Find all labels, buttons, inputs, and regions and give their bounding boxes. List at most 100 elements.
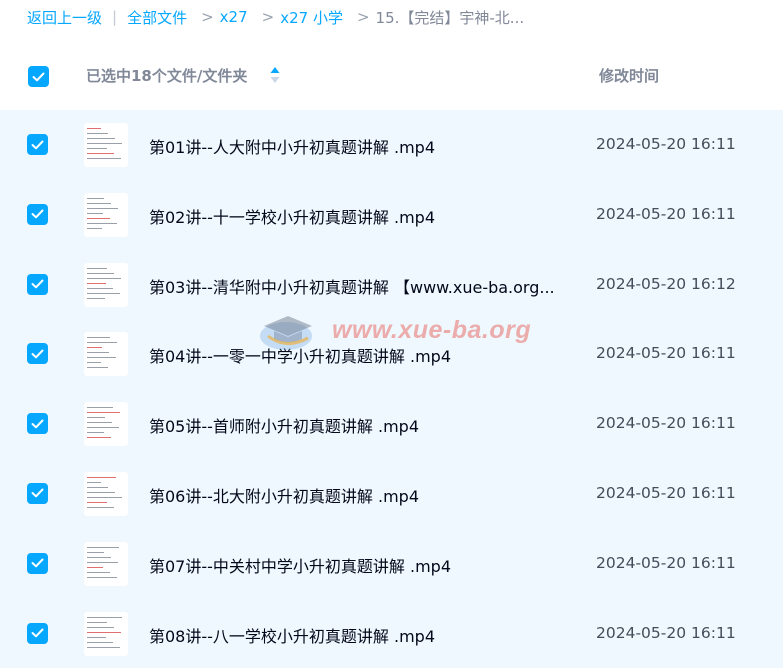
file-modified-time: 2024-05-20 16:11 (596, 135, 736, 153)
thumbnail-line (87, 491, 115, 493)
thumbnail-line (87, 576, 117, 578)
checkmark-icon (31, 419, 44, 428)
breadcrumb-current: 15.【完结】宇神-北... (375, 8, 525, 27)
selection-count-label: 已选中18个文件/文件夹 (86, 67, 248, 85)
thumbnail-line (87, 407, 113, 409)
file-name[interactable]: 第08讲--八一学校小升初真题讲解 .mp4 (149, 623, 569, 647)
checkmark-icon (32, 72, 45, 81)
thumbnail-line (87, 342, 117, 344)
thumbnail-line (87, 352, 109, 354)
thumbnail-line (87, 566, 103, 568)
thumbnail-line (87, 636, 106, 638)
thumbnail-line (87, 227, 102, 229)
thumbnail-line (87, 481, 101, 483)
thumbnail-line (87, 362, 101, 364)
breadcrumb: 返回上一级 | 全部文件 > x27 > x27 小学 > 15.【完结】宇神-… (0, 0, 783, 34)
thumbnail-line (87, 128, 101, 129)
file-row[interactable]: 第04讲--一零一中学小升初真题讲解 .mp4 2024-05-20 16:11 (0, 319, 783, 390)
thumbnail-line (87, 506, 114, 508)
file-row[interactable]: 第02讲--十一学校小升初真题讲解 .mp4 2024-05-20 16:11 (0, 179, 783, 250)
file-row[interactable]: 第03讲--清华附中小升初真题讲解 【www.xue-ba.org... 202… (0, 249, 783, 320)
row-checkbox[interactable] (27, 273, 48, 295)
modified-time-header[interactable]: 修改时间 (599, 65, 659, 86)
thumbnail-line (87, 546, 119, 548)
file-name[interactable]: 第07讲--中关村中学小升初真题讲解 .mp4 (149, 553, 569, 577)
row-checkbox[interactable] (27, 203, 48, 225)
thumbnail-line (87, 626, 114, 628)
checkmark-icon (31, 209, 44, 219)
thumbnail-line (87, 292, 120, 294)
thumbnail-line (87, 153, 114, 154)
thumbnail-line (87, 427, 119, 429)
row-checkbox[interactable] (27, 552, 48, 574)
file-name[interactable]: 第03讲--清华附中小升初真题讲解 【www.xue-ba.org... (149, 274, 569, 298)
thumbnail-line (87, 556, 111, 558)
thumbnail-line (87, 571, 110, 573)
video-thumbnail (84, 192, 128, 237)
row-checkbox[interactable] (27, 343, 48, 365)
thumbnail-line (87, 267, 107, 269)
chevron-right-icon: > (356, 8, 370, 26)
thumbnail-line (87, 143, 122, 144)
thumbnail-line (87, 222, 117, 224)
row-checkbox[interactable] (27, 482, 48, 504)
thumbnail-line (87, 207, 118, 209)
file-row[interactable]: 第06讲--北大附小升初真题讲解 .mp4 2024-05-20 16:11 (0, 458, 783, 529)
video-thumbnail (84, 471, 128, 516)
row-checkbox[interactable] (27, 413, 48, 435)
file-row[interactable]: 第01讲--人大附中小升初真题讲解 .mp4 2024-05-20 16:11 (0, 110, 783, 180)
video-thumbnail (84, 541, 128, 586)
checkmark-icon (31, 279, 44, 289)
thumbnail-line (87, 646, 120, 648)
video-thumbnail (84, 402, 128, 447)
video-thumbnail (84, 611, 128, 656)
file-row[interactable]: 第05讲--首师附小升初真题讲解 .mp4 2024-05-20 16:11 (0, 389, 783, 459)
row-checkbox[interactable] (27, 622, 48, 644)
thumbnail-line (87, 282, 106, 284)
file-row[interactable]: 第08讲--八一学校小升初真题讲解 .mp4 2024-05-20 16:11 (0, 598, 783, 668)
chevron-right-icon: > (261, 8, 275, 26)
thumbnail-line (87, 357, 116, 359)
file-modified-time: 2024-05-20 16:11 (596, 204, 736, 223)
breadcrumb-x27-primary[interactable]: x27 小学 (280, 7, 343, 28)
file-name[interactable]: 第06讲--北大附小升初真题讲解 .mp4 (149, 483, 569, 507)
thumbnail-line (87, 621, 107, 623)
file-row[interactable]: 第07讲--中关村中学小升初真题讲解 .mp4 2024-05-20 16:11 (0, 528, 783, 599)
back-link[interactable]: 返回上一级 (27, 7, 102, 28)
thumbnail-line (87, 417, 105, 419)
list-header: 已选中18个文件/文件夹 修改时间 (0, 46, 783, 106)
breadcrumb-all-files[interactable]: 全部文件 (127, 7, 187, 28)
thumbnail-line (87, 496, 122, 498)
file-list: 第01讲--人大附中小升初真题讲解 .mp4 2024-05-20 16:11 … (0, 110, 783, 668)
checkmark-icon (31, 628, 44, 638)
thumbnail-line (87, 551, 104, 553)
thumbnail-line (87, 476, 116, 478)
video-thumbnail (84, 262, 128, 307)
file-modified-time: 2024-05-20 16:11 (596, 344, 736, 363)
select-all-checkbox[interactable] (28, 66, 49, 87)
file-modified-time: 2024-05-20 16:11 (596, 483, 736, 502)
file-modified-time: 2024-05-20 16:11 (596, 623, 736, 642)
file-name[interactable]: 第04讲--一零一中学小升初真题讲解 .mp4 (149, 343, 569, 367)
thumbnail-line (87, 432, 104, 434)
file-name[interactable]: 第02讲--十一学校小升初真题讲解 .mp4 (149, 204, 569, 228)
file-name[interactable]: 第01讲--人大附中小升初真题讲解 .mp4 (149, 134, 569, 158)
file-name[interactable]: 第05讲--首师附小升初真题讲解 .mp4 (149, 413, 569, 437)
thumbnail-line (87, 337, 110, 339)
video-thumbnail (84, 123, 128, 167)
sort-icon[interactable] (269, 66, 281, 84)
thumbnail-line (87, 202, 111, 204)
row-checkbox[interactable] (27, 134, 48, 155)
thumbnail-line (87, 561, 118, 563)
thumbnail-line (87, 501, 107, 503)
thumbnail-line (87, 412, 120, 414)
breadcrumb-x27[interactable]: x27 (220, 8, 248, 26)
thumbnail-line (87, 158, 121, 159)
checkmark-icon (31, 140, 44, 149)
thumbnail-line (87, 272, 114, 274)
thumbnail-line (87, 422, 112, 424)
thumbnail-line (87, 212, 103, 214)
chevron-right-icon: > (201, 8, 214, 26)
thumbnail-line (87, 197, 104, 199)
file-modified-time: 2024-05-20 16:11 (596, 414, 736, 433)
